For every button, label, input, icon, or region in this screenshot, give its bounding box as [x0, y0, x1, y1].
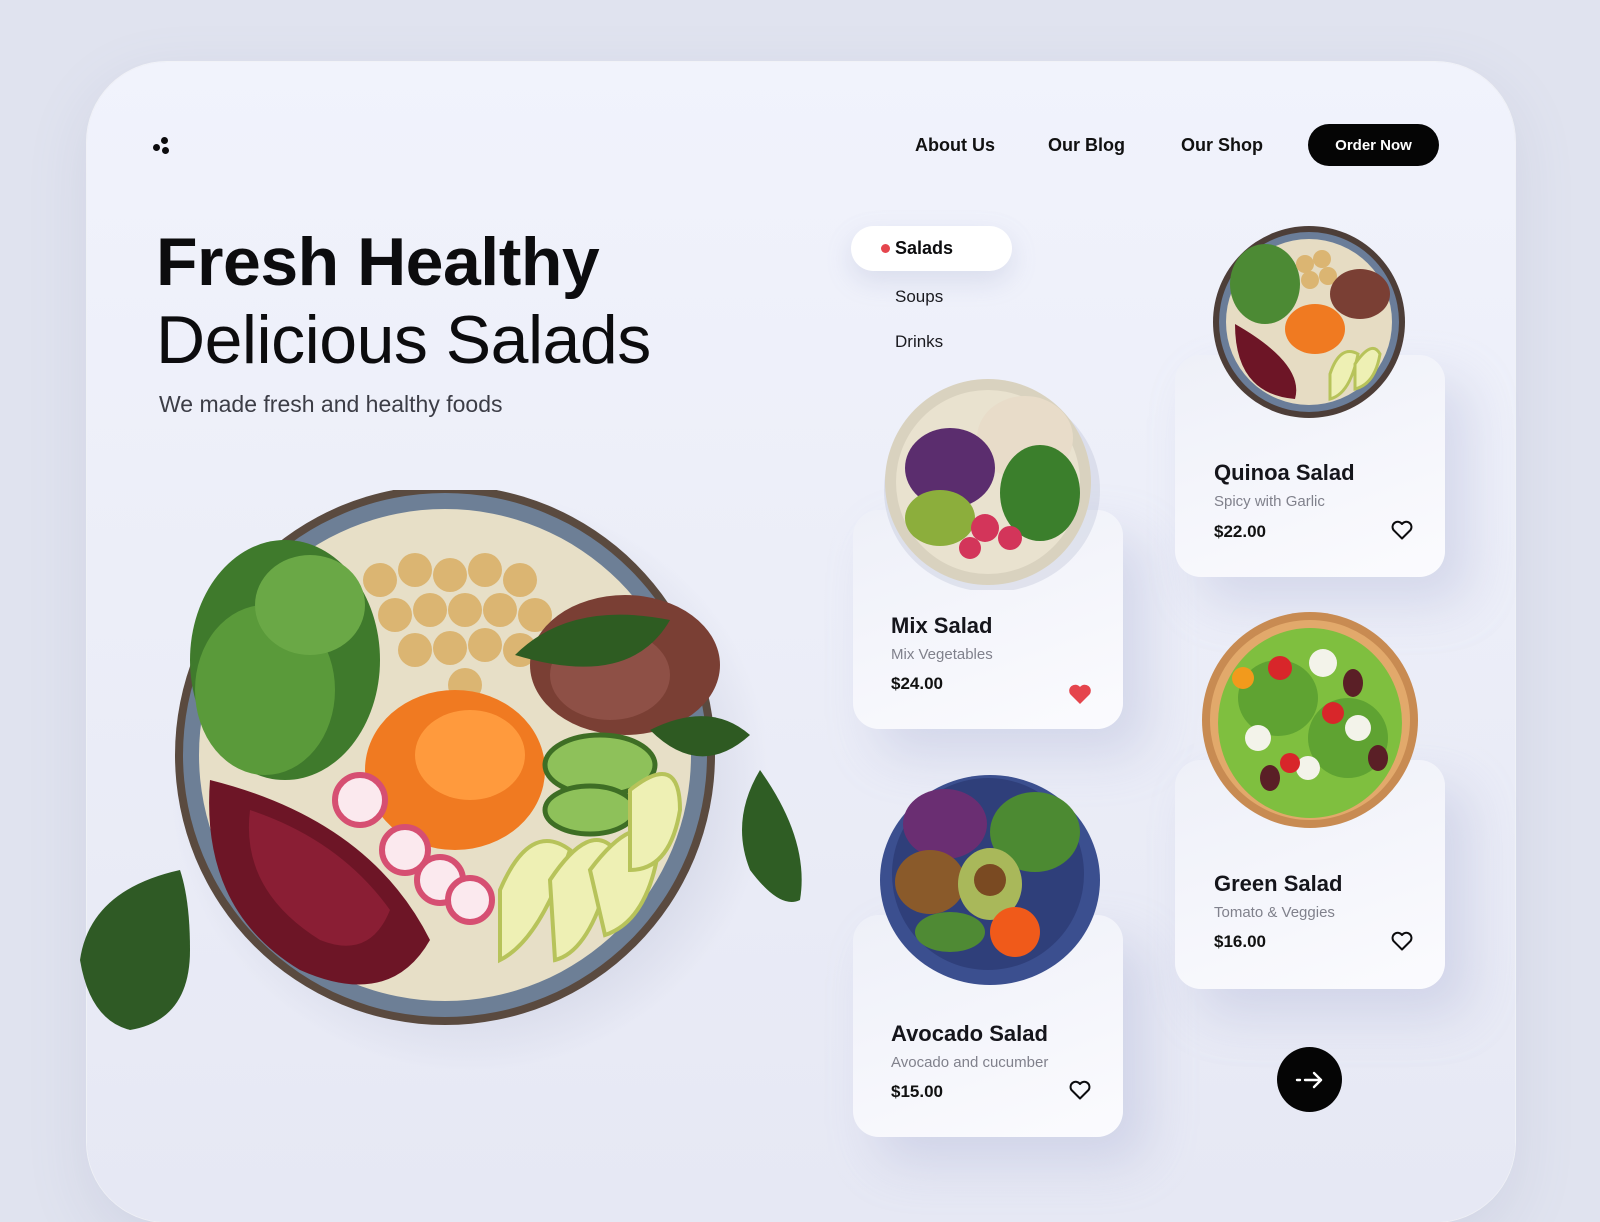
- mix-salad-image: [884, 379, 1100, 590]
- active-indicator-dot: [881, 244, 890, 253]
- product-description: Spicy with Garlic: [1214, 493, 1325, 510]
- nav-link-about-label[interactable]: About Us: [915, 135, 995, 156]
- avocado-salad-image: [880, 775, 1100, 985]
- product-price: $15.00: [891, 1082, 943, 1101]
- product-name: Mix Salad: [891, 613, 993, 638]
- heart-icon[interactable]: [1068, 1079, 1092, 1101]
- nav-link-about[interactable]: About Us: [915, 124, 995, 166]
- heart-icon[interactable]: [1390, 930, 1414, 952]
- category-tab-soups[interactable]: Soups: [895, 287, 943, 307]
- heart-icon[interactable]: [1390, 519, 1414, 541]
- product-price: $22.00: [1214, 522, 1266, 541]
- hero-title-bold: Fresh Healthy: [156, 224, 600, 300]
- product-name: Quinoa Salad: [1214, 460, 1355, 485]
- product-description: Mix Vegetables: [891, 646, 993, 663]
- product-name: Avocado Salad: [891, 1021, 1048, 1046]
- brand-logo-icon[interactable]: [153, 134, 177, 158]
- heart-icon-filled[interactable]: [1068, 683, 1092, 705]
- order-now-button[interactable]: Order Now: [1308, 124, 1439, 166]
- category-tab-drinks[interactable]: Drinks: [895, 332, 943, 352]
- nav-link-blog[interactable]: Our Blog: [1048, 124, 1125, 166]
- category-tab-salads-label: Salads: [895, 238, 954, 258]
- nav-link-shop[interactable]: Our Shop: [1181, 124, 1263, 166]
- nav-link-shop-label[interactable]: Our Shop: [1181, 135, 1263, 156]
- product-name: Green Salad: [1214, 871, 1343, 896]
- arrow-right-icon: [1295, 1071, 1322, 1088]
- nav-link-blog-label[interactable]: Our Blog: [1048, 135, 1125, 156]
- product-price: $24.00: [891, 674, 943, 693]
- quinoa-salad-image: [1213, 226, 1405, 418]
- hero-subtitle: We made fresh and healthy foods: [159, 391, 503, 417]
- hero-title-light: Delicious Salads: [156, 302, 651, 378]
- next-page-button[interactable]: [1277, 1047, 1342, 1112]
- product-price: $16.00: [1214, 932, 1266, 951]
- category-tab-salads[interactable]: Salads: [851, 226, 1012, 271]
- product-description: Avocado and cucumber: [891, 1054, 1049, 1071]
- hero-salad-bowl-image: [80, 490, 802, 1070]
- green-salad-image: [1202, 612, 1418, 828]
- product-description: Tomato & Veggies: [1214, 904, 1335, 921]
